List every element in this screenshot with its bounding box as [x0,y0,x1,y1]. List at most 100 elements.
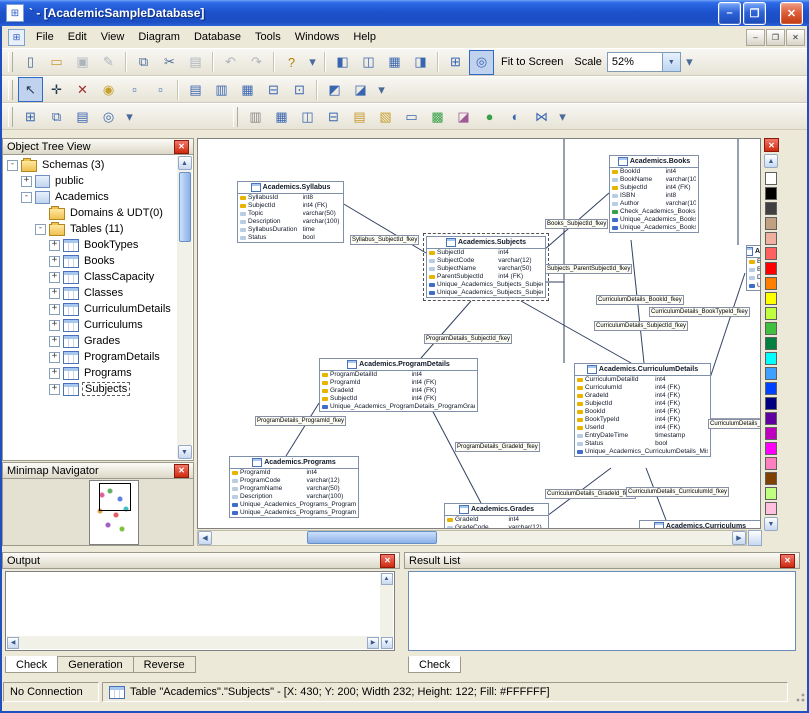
color-swatch-2[interactable] [765,202,777,215]
tree-item-domains-udt-0-[interactable]: Domains & UDT(0) [5,205,177,221]
relation-label[interactable]: ProgramDetails_ProgramId_fkey [255,416,346,426]
color-swatch-17[interactable] [765,427,777,440]
color-swatch-14[interactable] [765,382,777,395]
maximize-button[interactable]: ❐ [743,2,766,25]
minimap-viewport[interactable] [99,483,131,511]
tree-item-programdetails[interactable]: +ProgramDetails [5,349,177,365]
add-note-button[interactable]: ▧ [373,104,398,129]
menu-database[interactable]: Database [187,29,248,45]
menu-edit[interactable]: Edit [61,29,94,45]
view-wide-button[interactable]: ◨ [408,50,433,75]
scroll-left-icon[interactable] [198,531,212,545]
menu-file[interactable]: File [29,29,61,45]
color-swatch-10[interactable] [765,322,777,335]
color-swatch-21[interactable] [765,487,777,500]
relation-label[interactable]: Books_SubjectId_fkey [545,219,608,229]
menu-help[interactable]: Help [346,29,383,45]
tree-expander-icon[interactable]: + [49,304,60,315]
mdi-close-button[interactable]: ✕ [786,29,805,46]
scrollbar-thumb[interactable] [179,172,191,242]
toolbar-grip[interactable] [233,107,238,127]
relation-label[interactable]: ProgramDetails_GradeId_fkey [455,442,540,452]
tab-check[interactable]: Check [5,656,58,673]
color-swatch-15[interactable] [765,397,777,410]
relation-label[interactable]: CurriculumDetails_CurriculumId_fkey [626,487,729,497]
align-right-button[interactable]: ▦ [235,77,260,102]
canvas-scroll-corner[interactable] [748,530,762,546]
entity-subjects[interactable]: Academics.SubjectsSubjectIdint4SubjectCo… [426,236,546,298]
tree-item-classcapacity[interactable]: +ClassCapacity [5,269,177,285]
color-swatch-3[interactable] [765,217,777,230]
copy-button[interactable]: ⧉ [131,50,156,75]
resize-grip[interactable] [791,688,806,703]
tab-generation[interactable]: Generation [57,656,133,673]
color-swatch-4[interactable] [765,232,777,245]
relation-label[interactable]: CurriculumDetails_BookId_fkey [596,295,684,305]
tree-expander-icon[interactable]: + [49,288,60,299]
find-dropdown[interactable]: ▾ [122,104,137,129]
scrollbar-thumb[interactable] [307,531,437,544]
add-view-button[interactable]: ◫ [295,104,320,129]
menu-diagram[interactable]: Diagram [131,29,187,45]
delete-tool[interactable]: ✕ [70,77,95,102]
scale-combobox[interactable]: 52% [607,52,681,72]
scroll-up-icon[interactable] [381,573,393,585]
scroll-up-icon[interactable] [178,156,192,170]
toolbar-grip[interactable] [8,52,13,72]
color-swatch-7[interactable] [765,277,777,290]
connector-tool[interactable]: ▫ [148,77,173,102]
export-button[interactable]: ✎ [96,50,121,75]
tree-expander-icon[interactable]: - [7,160,18,171]
tree-expander-icon[interactable]: + [49,336,60,347]
zoom-tool-button[interactable]: ◎ [469,50,494,75]
print-diagram-button[interactable]: ▤ [70,104,95,129]
pan-tool[interactable]: ◉ [96,77,121,102]
color-swatch-12[interactable] [765,352,777,365]
help-button[interactable]: ? [279,50,304,75]
save-button[interactable]: ▣ [70,50,95,75]
tree-expander-icon[interactable]: + [49,320,60,331]
add-relation-button[interactable]: ⊟ [321,104,346,129]
relation-label[interactable]: ProgramDetails_SubjectId_fkey [424,334,512,344]
relations-button[interactable]: ⋈ [529,104,554,129]
color-swatch-18[interactable] [765,442,777,455]
tree-item-schemas-3-[interactable]: -Schemas (3) [5,157,177,173]
scroll-down-icon[interactable] [381,637,393,649]
add-label-button[interactable]: ▭ [399,104,424,129]
same-height-button[interactable]: ⊡ [287,77,312,102]
tree-item-programs[interactable]: +Programs [5,365,177,381]
tree-item-grades[interactable]: +Grades [5,333,177,349]
entity-programs[interactable]: Academics.ProgramsProgramIdint4ProgramCo… [229,456,359,518]
tree-item-public[interactable]: +public [5,173,177,189]
scrollbar-track[interactable] [212,531,732,545]
scroll-down-icon[interactable] [178,445,192,459]
tree-scrollbar[interactable] [177,156,192,459]
menu-view[interactable]: View [94,29,132,45]
same-width-button[interactable]: ⊟ [261,77,286,102]
close-icon[interactable] [780,554,795,568]
toolbar-grip[interactable] [8,107,13,127]
entity-curriculumdetails[interactable]: Academics.CurriculumDetailsCurriculumDet… [574,363,711,457]
scroll-left-icon[interactable] [7,637,19,649]
redo-button[interactable]: ↷ [244,50,269,75]
scroll-right-icon[interactable] [732,531,746,545]
add-table-button[interactable]: ▦ [269,104,294,129]
close-icon[interactable] [174,464,189,478]
entity-syllabus[interactable]: Academics.SyllabusSyllabusIdint8SubjectI… [237,181,344,243]
tree-item-books[interactable]: +Books [5,253,177,269]
move-tool[interactable]: ✛ [44,77,69,102]
color-swatch-9[interactable] [765,307,777,320]
minimap-thumbnail[interactable] [89,480,139,545]
relation-label[interactable]: Subjects_ParentSubjectId_fkey [545,264,632,274]
menu-windows[interactable]: Windows [288,29,347,45]
undo-button[interactable]: ↶ [218,50,243,75]
entity-curriculums[interactable]: Academics.Curriculums [639,520,761,529]
view-grid-button[interactable]: ▦ [382,50,407,75]
add-region-button[interactable]: ▩ [425,104,450,129]
chevron-down-icon[interactable] [662,53,680,71]
close-icon[interactable] [764,138,779,152]
vertex-tool[interactable]: ▫ [122,77,147,102]
color-swatch-19[interactable] [765,457,777,470]
tree-expander-icon[interactable]: - [35,224,46,235]
tree-expander-icon[interactable]: + [49,384,60,395]
